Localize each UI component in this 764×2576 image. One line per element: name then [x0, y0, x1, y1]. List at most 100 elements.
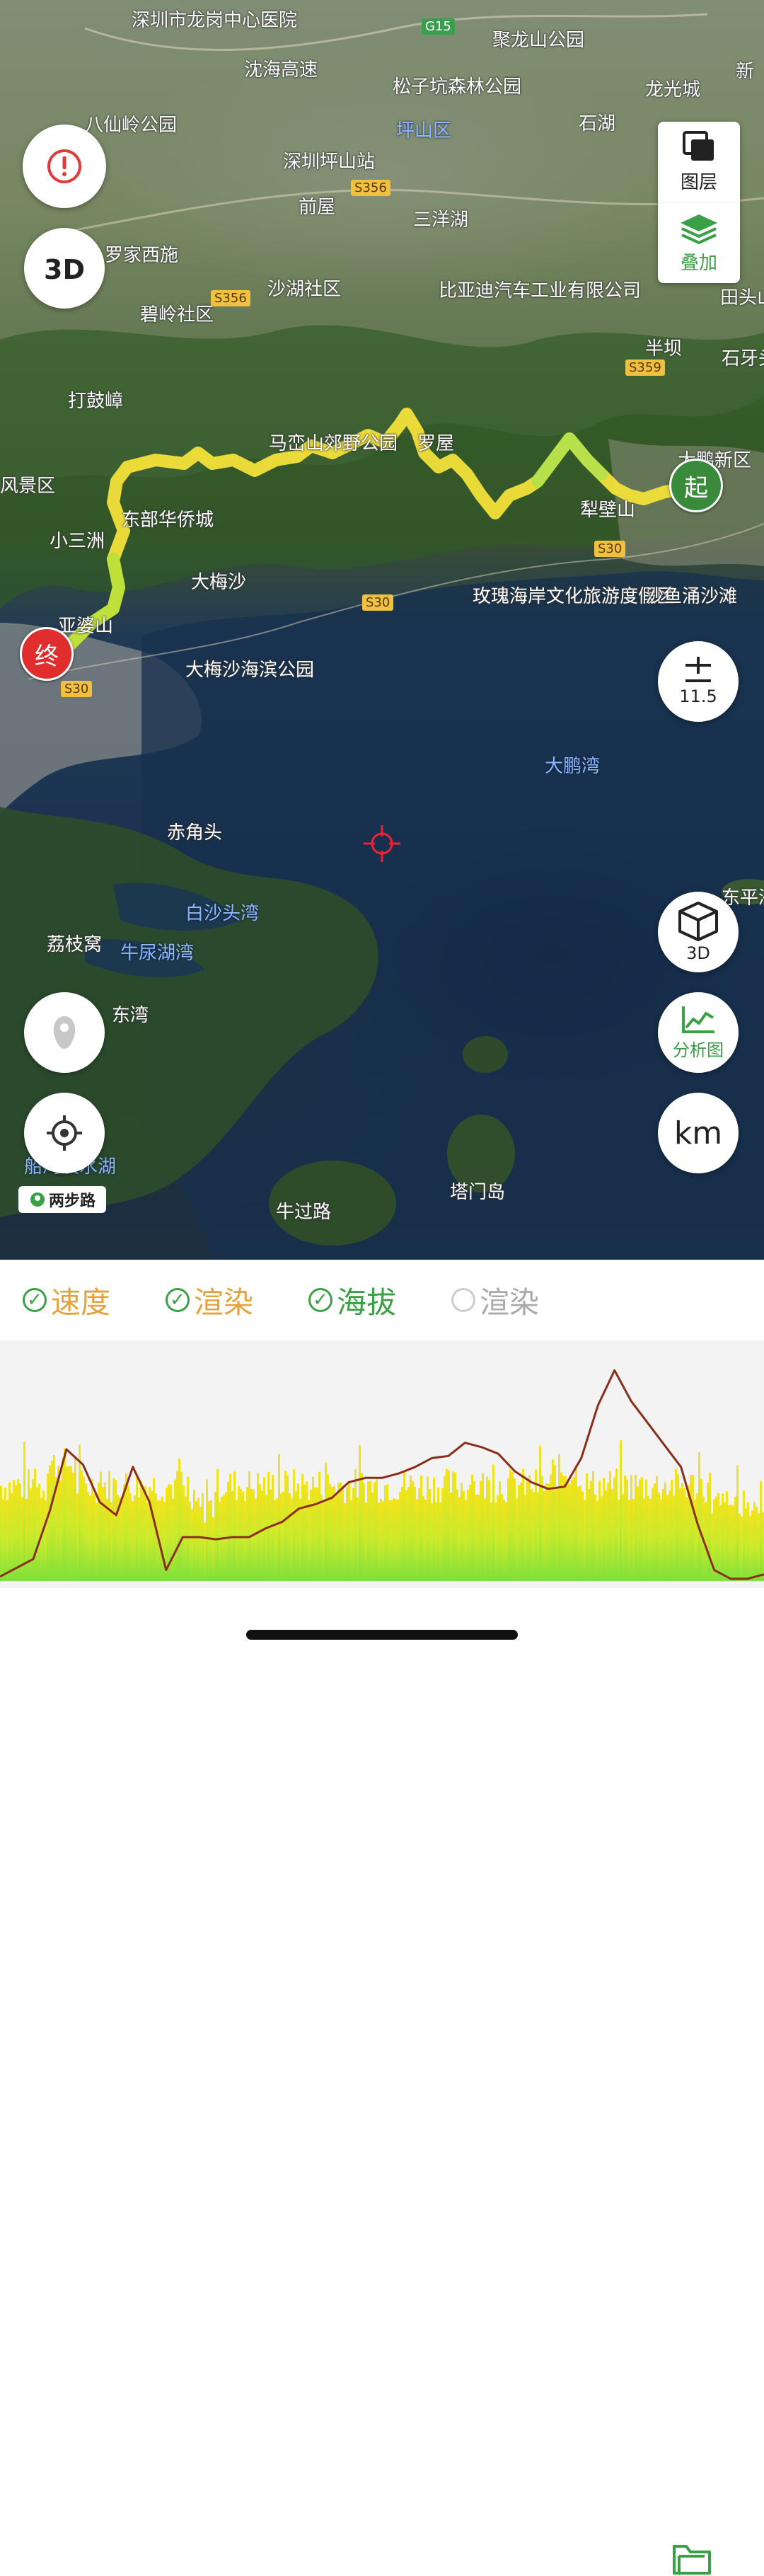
speed-bar	[692, 1475, 694, 1581]
unit-button[interactable]: km	[658, 1093, 739, 1173]
speed-bar	[8, 1482, 11, 1581]
zoom-button[interactable]: 11.5	[658, 641, 739, 722]
speed-bar	[51, 1460, 53, 1581]
speed-bar	[180, 1471, 183, 1581]
toggle-speed-render-label: 渲染	[194, 1284, 254, 1320]
speed-bar	[30, 1488, 32, 1581]
speed-bar	[378, 1502, 380, 1581]
speed-bar	[183, 1485, 185, 1581]
speed-bar	[505, 1502, 507, 1581]
speed-bar	[690, 1474, 692, 1581]
speed-bar	[683, 1488, 685, 1581]
speed-bar	[11, 1493, 13, 1581]
speed-bar	[601, 1496, 603, 1581]
speed-bar	[350, 1500, 352, 1581]
map-place-label: 碧岭社区	[140, 304, 214, 326]
speed-bar	[138, 1497, 140, 1581]
map-place-label: 风景区	[0, 476, 56, 497]
speed-bar	[524, 1495, 526, 1581]
speed-bar	[64, 1448, 66, 1581]
speed-bar	[115, 1479, 117, 1581]
speed-bar	[577, 1486, 579, 1581]
end-marker[interactable]: 终	[20, 627, 74, 681]
speed-bar	[371, 1493, 374, 1581]
toggle-altitude-render[interactable]: 渲染	[451, 1260, 539, 1340]
folder-icon[interactable]	[672, 2542, 712, 2576]
3d-view-toggle[interactable]: 3D	[24, 228, 105, 309]
start-marker[interactable]: 起	[669, 459, 723, 512]
speed-bar	[448, 1470, 450, 1581]
speed-bar	[543, 1490, 545, 1581]
speed-bar	[528, 1475, 531, 1581]
track-profile-chart[interactable]	[0, 1340, 764, 1588]
speed-bar	[53, 1455, 55, 1581]
3d-button[interactable]: 3D	[658, 892, 739, 972]
analysis-button[interactable]: 分析图	[658, 992, 739, 1073]
speed-bar	[573, 1477, 575, 1581]
speed-bar	[255, 1498, 257, 1581]
speed-bar	[613, 1477, 615, 1581]
speed-bar	[501, 1494, 503, 1581]
speed-bar	[652, 1488, 654, 1581]
toggle-speed[interactable]: ✓ 速度	[23, 1260, 110, 1340]
speed-bar	[102, 1487, 104, 1581]
speed-bar	[533, 1492, 535, 1581]
speed-bar	[626, 1479, 628, 1581]
layers-button[interactable]: 图层	[658, 122, 740, 203]
speed-bar	[465, 1500, 467, 1581]
speed-bar	[588, 1488, 590, 1581]
start-marker-label: 起	[684, 473, 708, 502]
overlay-button[interactable]: 叠加	[658, 203, 740, 284]
speed-bar	[575, 1464, 577, 1581]
speed-bar	[639, 1479, 641, 1581]
speed-bar	[293, 1468, 295, 1581]
speed-bar	[571, 1479, 573, 1581]
home-indicator[interactable]	[246, 1630, 518, 1640]
toggle-speed-render[interactable]: ✓ 渲染	[166, 1260, 253, 1340]
speed-bar	[486, 1476, 488, 1581]
toggle-altitude[interactable]: ✓ 海拔	[308, 1260, 396, 1340]
speed-bar	[386, 1484, 388, 1581]
speed-bar	[420, 1475, 422, 1581]
stack-icon	[681, 214, 717, 244]
report-button[interactable]	[23, 125, 106, 208]
speed-bar	[410, 1475, 412, 1581]
locate-button[interactable]	[24, 1093, 105, 1173]
speed-bar	[132, 1500, 134, 1581]
speed-bar	[632, 1499, 635, 1581]
speed-bar	[286, 1475, 289, 1581]
speed-bar	[62, 1457, 64, 1581]
speed-bar	[142, 1488, 144, 1581]
speed-bar	[354, 1468, 357, 1581]
map-view[interactable]: 深圳市龙岗中心医院 沈海高速 聚龙山公园 松子坑森林公园 龙光城 新八仙岭公园 坪山区 石湖深…	[0, 0, 764, 1260]
speed-bar	[87, 1491, 89, 1581]
speed-bar	[711, 1512, 713, 1581]
speed-bar	[520, 1482, 522, 1581]
speed-bar	[314, 1487, 316, 1581]
speed-bar	[480, 1480, 482, 1581]
speed-bar	[85, 1483, 87, 1581]
speed-bar	[656, 1476, 658, 1581]
footprint-button[interactable]	[24, 992, 105, 1073]
cube-icon	[678, 902, 718, 941]
speed-bar	[216, 1469, 219, 1581]
speed-bar	[310, 1490, 312, 1581]
speed-bar	[388, 1500, 390, 1581]
road-shield: G15	[422, 18, 455, 35]
svg-text:3D: 3D	[44, 254, 85, 285]
speed-bar	[395, 1499, 397, 1581]
speed-bar	[363, 1483, 365, 1581]
speed-bar	[620, 1440, 622, 1581]
layers-icon	[683, 130, 714, 161]
map-place-label: 半坝	[645, 338, 683, 360]
speed-bar	[244, 1500, 246, 1581]
speed-bar	[615, 1468, 618, 1581]
speed-bar	[454, 1472, 456, 1581]
speed-bar	[531, 1489, 533, 1581]
speed-bar	[301, 1473, 303, 1581]
speed-bar	[677, 1473, 679, 1581]
speed-bar	[219, 1502, 221, 1581]
speed-bar	[303, 1484, 306, 1581]
speed-bar	[760, 1481, 762, 1581]
speed-bar	[323, 1501, 325, 1581]
